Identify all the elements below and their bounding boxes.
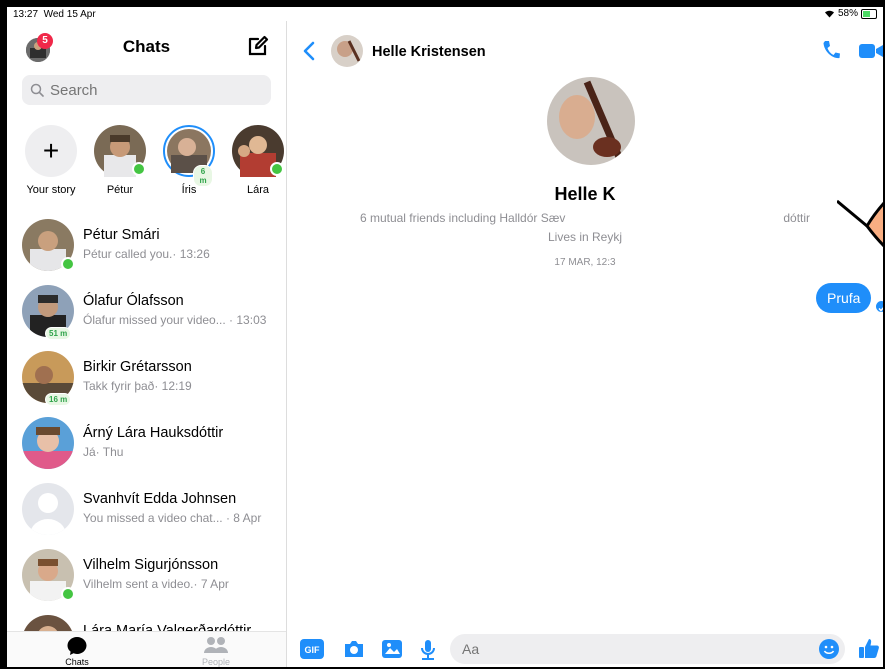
gif-label: GIF — [305, 645, 321, 655]
story-avatar — [232, 125, 284, 177]
online-indicator — [61, 587, 75, 601]
message-input[interactable] — [450, 634, 845, 664]
status-bar: 13:27 Wed 15 Apr 58% — [7, 7, 883, 21]
story-avatar: 6 m — [163, 125, 215, 187]
gif-icon[interactable]: GIF — [300, 639, 324, 659]
conversation-name: Svanhvít Edda Johnsen — [83, 491, 237, 507]
conversation-snippet: Já· Thu — [83, 445, 124, 459]
thumbs-up-icon[interactable] — [858, 637, 880, 659]
story-label: Íris — [181, 184, 197, 196]
conversation-snippet: You missed a video chat... · 8 Apr — [83, 511, 262, 525]
conversation-item[interactable]: Pétur Smári Pétur called you.· 13:26 — [7, 215, 286, 275]
conversation-snippet: Ólafur missed your video... · 13:03 — [83, 313, 267, 327]
contact-avatar[interactable] — [331, 35, 363, 67]
add-story-icon: + — [25, 125, 77, 177]
conversation-header: Helle Kristensen — [287, 21, 883, 67]
active-time-chip: 16 m — [45, 393, 72, 406]
conversation-name: Árný Lára Hauksdóttir — [83, 425, 224, 441]
seen-check-icon — [876, 301, 883, 312]
contact-name[interactable]: Helle Kristensen — [372, 44, 486, 60]
stories-row: + Your story Pétur 6 m Íris Lára — [7, 125, 286, 205]
conversation-item[interactable]: Svanhvít Edda Johnsen You missed a video… — [7, 479, 286, 539]
video-call-icon[interactable] — [859, 43, 883, 59]
conversation-name: Pétur Smári — [83, 227, 160, 243]
phone-icon[interactable] — [822, 40, 840, 60]
conversation-avatar — [22, 483, 74, 535]
back-icon[interactable] — [303, 41, 315, 61]
conversation-item[interactable]: 16 m Birkir Grétarsson Takk fyrir það· 1… — [7, 347, 286, 407]
story-label: Your story — [26, 184, 76, 196]
tab-people[interactable]: People — [186, 635, 246, 667]
conversation-snippet: Pétur called you.· 13:26 — [83, 247, 210, 261]
story-label: Lára — [246, 184, 270, 196]
conversation-item[interactable]: Árný Lára Hauksdóttir Já· Thu — [7, 413, 286, 473]
online-indicator — [61, 257, 75, 271]
chat-bubble-icon — [67, 637, 87, 655]
conversation-item[interactable]: Vilhelm Sigurjónsson Vilhelm sent a vide… — [7, 545, 286, 605]
tab-chats[interactable]: Chats — [47, 635, 107, 667]
sidebar-header: 5 Chats — [7, 21, 286, 67]
conversation-snippet: Vilhelm sent a video.· 7 Apr — [83, 577, 229, 591]
date-stamp: 17 MAR, 12:3 — [554, 257, 616, 268]
tab-label: Chats — [65, 657, 89, 667]
status-time: 13:27 Wed 15 Apr — [13, 9, 96, 20]
search-input[interactable] — [48, 80, 252, 100]
photo-gallery-icon[interactable] — [381, 639, 403, 659]
message-bubble[interactable]: Prufa — [816, 283, 872, 313]
active-time-chip: 6 m — [193, 165, 213, 187]
page-title: Chats — [122, 37, 171, 56]
tab-label: People — [201, 657, 231, 667]
story-avatar — [94, 125, 146, 177]
people-icon — [204, 637, 228, 653]
message-composer: GIF — [287, 631, 883, 667]
story-iris[interactable]: 6 m Íris — [159, 125, 219, 196]
search-bar[interactable] — [22, 75, 271, 105]
location-text: Lives in Reykj — [547, 230, 623, 244]
conversation-snippet: Takk fyrir það· 12:19 — [83, 379, 192, 393]
search-icon — [30, 83, 44, 97]
story-label: Pétur — [106, 184, 134, 196]
conversation-avatar — [22, 417, 74, 469]
wifi-icon — [824, 10, 834, 18]
bottom-tab-bar: Chats People — [7, 631, 286, 667]
online-indicator — [270, 162, 284, 176]
ipad-screen: 13:27 Wed 15 Apr 58% 5 Chats + — [7, 7, 883, 667]
compose-icon[interactable] — [247, 35, 269, 57]
status-right: 58% — [824, 8, 877, 19]
conversation-pane: Helle Kristensen Helle K 6 mutual friend… — [287, 21, 883, 667]
emoji-icon[interactable] — [819, 639, 839, 659]
conversation-name: Vilhelm Sigurjónsson — [83, 557, 219, 573]
conversation-name: Ólafur Ólafsson — [83, 293, 184, 309]
battery-percent: 58% — [837, 8, 858, 19]
story-lara[interactable]: Lára — [228, 125, 288, 196]
mutual-friends-text: 6 mutual friends including Halldór Sæv dó… — [359, 211, 811, 225]
story-petur[interactable]: Pétur — [90, 125, 150, 196]
battery-icon — [861, 8, 877, 19]
conversation-item[interactable]: 51 m Ólafur Ólafsson Ólafur missed your … — [7, 281, 286, 341]
conversation-name: Birkir Grétarsson — [83, 359, 192, 375]
pointing-hand-overlay — [837, 199, 883, 248]
camera-icon[interactable] — [343, 639, 365, 659]
online-indicator — [132, 162, 146, 176]
microphone-icon[interactable] — [420, 639, 436, 661]
contact-profile-picture — [547, 77, 635, 165]
chat-list-sidebar: 5 Chats + Your story Pétur — [7, 21, 287, 667]
profile-name: Helle K — [554, 184, 616, 204]
story-your-story[interactable]: + Your story — [21, 125, 81, 196]
active-time-chip: 51 m — [45, 327, 72, 340]
